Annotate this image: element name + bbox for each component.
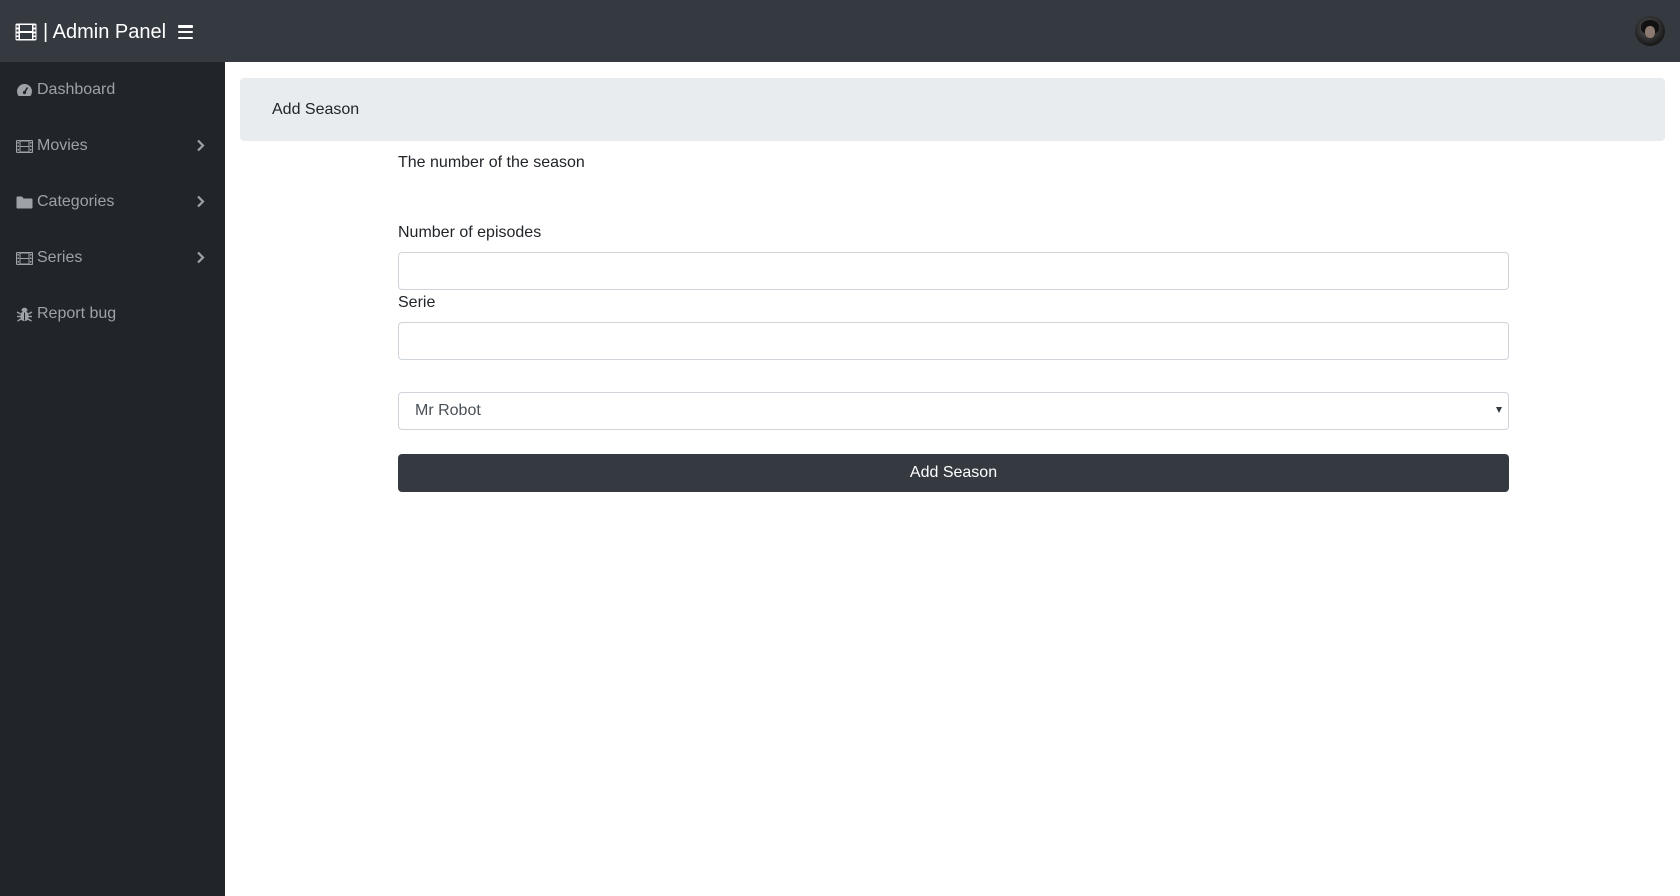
sidebar-item-categories[interactable]: Categories	[0, 182, 225, 222]
main-content: Add Season The number of the season Numb…	[225, 62, 1680, 896]
hamburger-icon[interactable]	[178, 25, 194, 39]
add-season-button[interactable]: Add Season	[398, 454, 1509, 492]
page-title: Add Season	[272, 101, 360, 118]
season-number-label: The number of the season	[398, 154, 585, 171]
avatar[interactable]	[1635, 16, 1665, 46]
serie-selected-value: Mr Robot	[415, 402, 481, 419]
sidebar-item-label: Series	[37, 249, 83, 266]
serie-select[interactable]: Mr Robot	[398, 392, 1509, 430]
chevron-right-icon	[197, 251, 205, 264]
sidebar-item-dashboard[interactable]: Dashboard	[0, 70, 225, 110]
folder-icon	[16, 195, 33, 209]
sidebar: Dashboard Movies Categories Series Repor…	[0, 62, 225, 896]
tachometer-icon	[16, 83, 33, 97]
caret-down-icon	[1496, 407, 1502, 413]
sidebar-item-series[interactable]: Series	[0, 238, 225, 278]
sidebar-item-label: Movies	[37, 137, 88, 154]
sidebar-item-label: Dashboard	[37, 81, 116, 98]
sidebar-item-label: Report bug	[37, 305, 117, 322]
brand[interactable]: | Admin Panel	[15, 19, 194, 45]
season-number-input[interactable]	[398, 252, 1509, 290]
bug-icon	[16, 307, 33, 322]
brand-title: | Admin Panel	[43, 20, 167, 43]
film-icon	[16, 139, 33, 153]
sidebar-item-movies[interactable]: Movies	[0, 126, 225, 166]
sidebar-item-report-bug[interactable]: Report bug	[0, 294, 225, 334]
film-icon	[15, 23, 37, 41]
top-navbar: | Admin Panel	[0, 0, 1680, 62]
sidebar-item-label: Categories	[37, 193, 115, 210]
chevron-right-icon	[197, 195, 205, 208]
film-icon	[16, 251, 33, 265]
episodes-input[interactable]	[398, 322, 1509, 360]
episodes-label: Number of episodes	[398, 224, 542, 241]
serie-label: Serie	[398, 294, 436, 311]
chevron-right-icon	[197, 139, 205, 152]
page-header: Add Season	[240, 78, 1665, 141]
